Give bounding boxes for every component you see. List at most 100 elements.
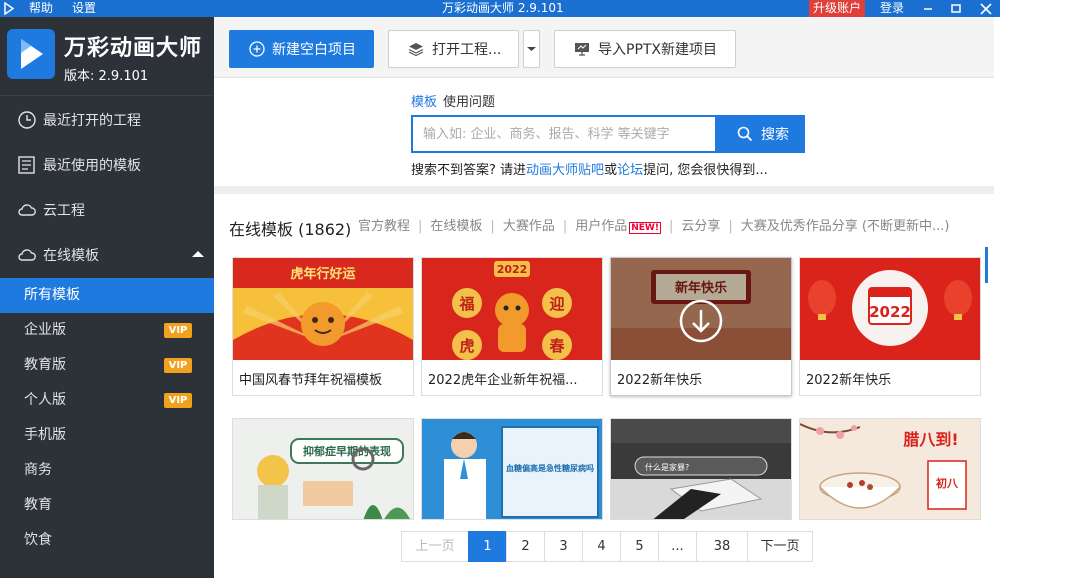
title-bar: 帮助 设置 万彩动画大师 2.9.101 升级账户 登录 — [0, 0, 1000, 17]
page-button[interactable]: 5 — [620, 531, 659, 562]
page-button[interactable]: 2 — [506, 531, 545, 562]
button-label: 导入PPTX新建项目 — [598, 42, 718, 58]
minimize-icon[interactable] — [918, 0, 938, 17]
presentation-icon — [575, 43, 589, 56]
template-thumbnail: 什么是家暴? — [611, 419, 791, 519]
divider — [214, 186, 994, 194]
chevron-up-icon[interactable] — [192, 251, 204, 257]
nav-all-templates[interactable]: 所有模板 — [0, 278, 214, 313]
tab-user-works[interactable]: 用户作品 — [575, 219, 627, 234]
open-project-button[interactable]: 打开工程... — [388, 30, 519, 68]
tab-official-tutorials[interactable]: 官方教程 — [358, 219, 410, 234]
nav-label: 教育版 — [24, 357, 66, 373]
search-tabs: 模板 使用问题 — [411, 91, 495, 110]
search-hint: 搜索不到答案? 请进动画大师贴吧或论坛提问, 您会很快得到... — [411, 159, 768, 178]
plus-circle-icon — [249, 41, 265, 57]
nav-business[interactable]: 商务 — [0, 453, 214, 488]
login-button[interactable]: 登录 — [880, 0, 904, 17]
vip-badge: VIP — [164, 323, 192, 338]
template-card[interactable]: 虎年行好运 中国风春节拜年祝福模板 — [232, 257, 414, 396]
vip-badge: VIP — [164, 393, 192, 408]
template-thumbnail: 新年快乐 — [611, 258, 791, 360]
nav-label: 所有模板 — [24, 287, 80, 303]
nav-label: 商务 — [24, 462, 52, 478]
search-input[interactable] — [413, 117, 717, 151]
template-card[interactable]: 什么是家暴? — [610, 418, 792, 520]
nav-mobile[interactable]: 手机版 — [0, 418, 214, 453]
next-page-button[interactable]: 下一页 — [747, 531, 813, 562]
card-char: 福 — [458, 295, 474, 313]
page-button[interactable]: 4 — [582, 531, 621, 562]
import-pptx-button[interactable]: 导入PPTX新建项目 — [554, 30, 736, 68]
card-char: 虎 — [459, 337, 474, 355]
vip-badge: VIP — [164, 358, 192, 373]
card-year: 2022 — [869, 303, 911, 321]
page-button[interactable]: 38 — [696, 531, 748, 562]
button-label: 新建空白项目 — [272, 42, 356, 58]
template-card[interactable]: 福 迎 虎 春 2022 2022虎年企业新年祝福... — [421, 257, 603, 396]
template-card[interactable]: 2022 2022新年快乐 — [799, 257, 981, 396]
settings-menu[interactable]: 设置 — [72, 0, 96, 17]
template-thumbnail: 2022 — [800, 258, 980, 360]
card-text: 腊八到! — [903, 430, 958, 449]
nav-label: 教育 — [24, 497, 52, 513]
template-card[interactable]: 血糖偏高是急性糖尿病吗 — [421, 418, 603, 520]
app-logo-icon — [4, 2, 15, 15]
page-ellipsis: ... — [658, 531, 697, 562]
hint-text: 提问, 您会很快得到... — [643, 163, 768, 178]
page-button[interactable]: 1 — [468, 531, 507, 562]
prev-page-button[interactable]: 上一页 — [401, 531, 469, 562]
card-text: 什么是家暴? — [645, 462, 689, 472]
nav-recent-projects[interactable]: 最近打开的工程 — [0, 98, 214, 142]
new-badge: NEW! — [629, 222, 661, 234]
template-thumbnail: 福 迎 虎 春 2022 — [422, 258, 602, 360]
forum-link[interactable]: 论坛 — [617, 163, 643, 178]
search-box: 搜索 — [411, 115, 805, 153]
scrollbar[interactable] — [985, 247, 988, 283]
divider — [0, 95, 214, 96]
close-icon[interactable] — [976, 0, 996, 17]
search-button[interactable]: 搜索 — [715, 117, 803, 151]
app-name: 万彩动画大师 — [64, 36, 203, 61]
nav-cloud-projects[interactable]: 云工程 — [0, 188, 214, 232]
cloud-icon — [18, 204, 36, 216]
new-blank-project-button[interactable]: 新建空白项目 — [229, 30, 374, 68]
tieba-link[interactable]: 动画大师贴吧 — [526, 163, 604, 178]
layers-icon — [408, 43, 424, 57]
app-version: 版本: 2.9.101 — [64, 69, 149, 84]
nav-education[interactable]: 教育 — [0, 488, 214, 523]
app-logo — [7, 29, 55, 79]
nav-enterprise[interactable]: 企业版 VIP — [0, 313, 214, 348]
nav-label: 企业版 — [24, 322, 66, 338]
sidebar: 万彩动画大师 版本: 2.9.101 最近打开的工程 最近使用的模板 云工程 在… — [0, 17, 214, 578]
online-templates-title: 在线模板 (1862) — [229, 220, 352, 239]
nav-personal[interactable]: 个人版 VIP — [0, 383, 214, 418]
help-menu[interactable]: 帮助 — [29, 0, 53, 17]
nav-label: 最近使用的模板 — [43, 158, 141, 174]
template-caption: 中国风春节拜年祝福模板 — [239, 373, 383, 388]
card-subtext: 初八 — [936, 476, 959, 490]
nav-label: 手机版 — [24, 427, 66, 443]
tab-cloud-share[interactable]: 云分享 — [681, 219, 720, 234]
tab-online-templates[interactable]: 在线模板 — [430, 219, 482, 234]
nav-recent-templates[interactable]: 最近使用的模板 — [0, 143, 214, 187]
tab-usage-questions[interactable]: 使用问题 — [443, 95, 495, 110]
card-char: 春 — [549, 337, 564, 355]
tab-contest-works[interactable]: 大赛作品 — [503, 219, 555, 234]
nav-food[interactable]: 饮食 — [0, 523, 214, 558]
template-card[interactable]: 抑郁症早期的表现 — [232, 418, 414, 520]
tab-contest-share[interactable]: 大赛及优秀作品分享 (不断更新中...) — [741, 219, 950, 234]
tab-templates[interactable]: 模板 — [411, 95, 437, 110]
maximize-icon[interactable] — [946, 0, 966, 17]
template-card[interactable]: 腊八到! 初八 — [799, 418, 981, 520]
search-icon — [737, 126, 753, 142]
page-button[interactable]: 3 — [544, 531, 583, 562]
cloud-icon — [18, 249, 36, 261]
template-card[interactable]: 新年快乐 2022新年快乐 — [610, 257, 792, 396]
nav-education-edition[interactable]: 教育版 VIP — [0, 348, 214, 383]
upgrade-account-button[interactable]: 升级账户 — [809, 0, 866, 17]
open-project-dropdown[interactable] — [523, 30, 540, 68]
button-label: 搜索 — [761, 127, 789, 143]
template-caption: 2022新年快乐 — [806, 373, 892, 388]
nav-online-templates[interactable]: 在线模板 — [0, 233, 214, 277]
